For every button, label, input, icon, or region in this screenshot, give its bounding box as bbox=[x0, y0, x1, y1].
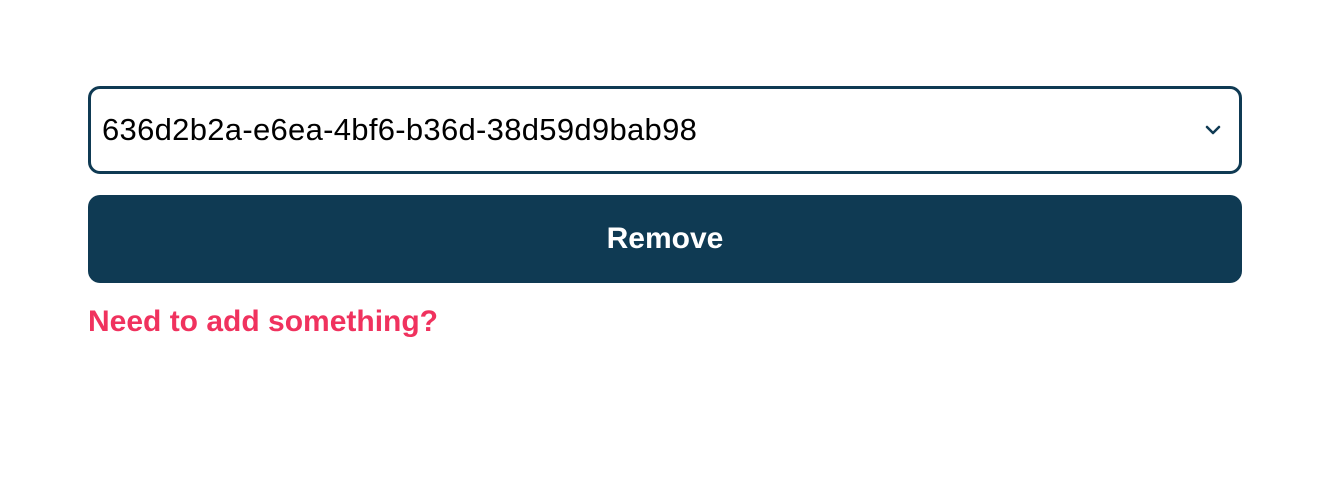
remove-button[interactable]: Remove bbox=[88, 195, 1242, 283]
item-select-value: 636d2b2a-e6ea-4bf6-b36d-38d59d9bab98 bbox=[102, 112, 698, 147]
add-something-link[interactable]: Need to add something? bbox=[88, 305, 438, 339]
item-select[interactable]: 636d2b2a-e6ea-4bf6-b36d-38d59d9bab98 bbox=[88, 86, 1242, 174]
remove-item-form: 636d2b2a-e6ea-4bf6-b36d-38d59d9bab98 Rem… bbox=[88, 86, 1242, 339]
chevron-down-icon bbox=[1203, 120, 1223, 140]
